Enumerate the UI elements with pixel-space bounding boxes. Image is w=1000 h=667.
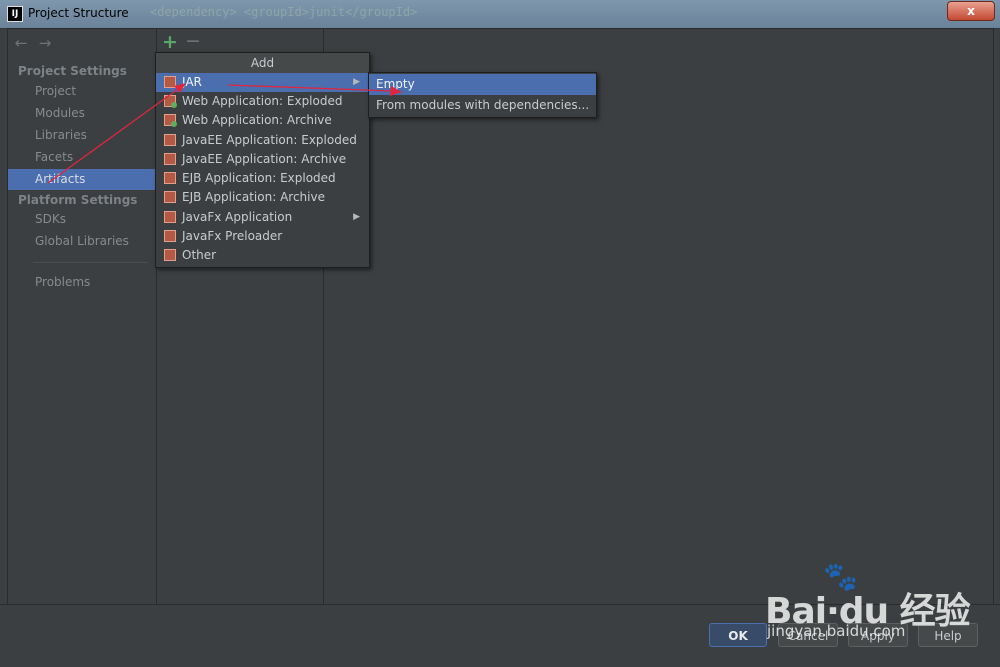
submenu-item-empty[interactable]: Empty bbox=[369, 74, 596, 95]
sidebar-item-artifacts[interactable]: Artifacts bbox=[8, 169, 156, 190]
menu-item-label: EJB Application: Exploded bbox=[182, 171, 336, 185]
menu-item-label: Other bbox=[182, 248, 217, 262]
web-icon bbox=[164, 95, 177, 108]
menu-item-ejb-exploded[interactable]: EJB Application: Exploded bbox=[156, 169, 369, 188]
window-title: Project Structure bbox=[28, 6, 129, 20]
jar-icon bbox=[164, 172, 176, 184]
sidebar-item-modules[interactable]: Modules bbox=[8, 103, 156, 124]
jar-icon bbox=[164, 249, 176, 261]
sidebar-item-project[interactable]: Project bbox=[8, 81, 156, 102]
menu-item-web-exploded[interactable]: Web Application: Exploded bbox=[156, 92, 369, 111]
jar-icon bbox=[164, 134, 176, 146]
ok-button[interactable]: OK bbox=[709, 623, 767, 647]
menu-item-javaee-archive[interactable]: JavaEE Application: Archive bbox=[156, 150, 369, 169]
menu-item-jar[interactable]: JAR ▶ bbox=[156, 73, 369, 92]
menu-item-label: Web Application: Exploded bbox=[182, 94, 343, 108]
forward-arrow-icon[interactable]: → bbox=[37, 35, 53, 51]
close-button[interactable]: x bbox=[947, 1, 995, 21]
web-icon bbox=[164, 114, 177, 127]
sidebar-item-facets[interactable]: Facets bbox=[8, 147, 156, 168]
title-bar: IJ Project Structure <dependency> <group… bbox=[0, 0, 1000, 29]
intellij-icon: IJ bbox=[7, 6, 23, 22]
menu-item-label: EJB Application: Archive bbox=[182, 190, 325, 204]
menu-item-label: JavaEE Application: Archive bbox=[182, 152, 347, 166]
menu-item-other[interactable]: Other bbox=[156, 246, 369, 265]
menu-item-label: JAR bbox=[182, 75, 202, 89]
jar-icon bbox=[164, 211, 176, 223]
menu-item-label: Web Application: Archive bbox=[182, 113, 332, 127]
background-editor-text: <dependency> <groupId>junit</groupId> bbox=[150, 5, 418, 19]
project-settings-header: Project Settings bbox=[18, 64, 127, 78]
jar-icon bbox=[164, 230, 176, 242]
platform-settings-header: Platform Settings bbox=[18, 193, 138, 207]
add-artifact-menu: Add JAR ▶ Web Application: Exploded Web … bbox=[155, 52, 370, 268]
add-icon[interactable]: + bbox=[162, 31, 178, 53]
menu-item-javaee-exploded[interactable]: JavaEE Application: Exploded bbox=[156, 131, 369, 150]
add-menu-header: Add bbox=[156, 53, 369, 74]
remove-icon[interactable]: − bbox=[185, 30, 201, 52]
settings-sidebar: ← → Project Settings Project Modules Lib… bbox=[8, 29, 157, 604]
back-arrow-icon[interactable]: ← bbox=[13, 35, 29, 51]
sidebar-item-global-libraries[interactable]: Global Libraries bbox=[8, 231, 156, 252]
menu-item-label: JavaFx Preloader bbox=[182, 229, 283, 243]
menu-item-label: JavaFx Application bbox=[182, 210, 293, 224]
watermark-url: jingyan.baidu.com bbox=[767, 622, 906, 640]
jar-icon bbox=[164, 191, 176, 203]
sidebar-item-sdks[interactable]: SDKs bbox=[8, 209, 156, 230]
menu-item-javafx-preloader[interactable]: JavaFx Preloader bbox=[156, 227, 369, 246]
menu-item-web-archive[interactable]: Web Application: Archive bbox=[156, 111, 369, 130]
submenu-item-from-modules[interactable]: From modules with dependencies... bbox=[369, 95, 596, 116]
sidebar-item-problems[interactable]: Problems bbox=[8, 272, 156, 293]
baidu-watermark: 🐾 Bai·du 经验 jingyan.baidu.com bbox=[765, 560, 971, 650]
submenu-arrow-icon: ▶ bbox=[353, 77, 360, 87]
jar-icon bbox=[164, 153, 176, 165]
menu-item-javafx-application[interactable]: JavaFx Application ▶ bbox=[156, 208, 369, 227]
menu-item-label: JavaEE Application: Exploded bbox=[182, 133, 357, 147]
sidebar-item-libraries[interactable]: Libraries bbox=[8, 125, 156, 146]
submenu-arrow-icon: ▶ bbox=[353, 212, 360, 222]
jar-submenu: Empty From modules with dependencies... bbox=[368, 72, 597, 118]
sidebar-divider bbox=[33, 262, 148, 263]
project-structure-dialog: IJ Project Structure <dependency> <group… bbox=[0, 0, 1000, 667]
menu-item-ejb-archive[interactable]: EJB Application: Archive bbox=[156, 188, 369, 207]
jar-icon bbox=[164, 76, 176, 88]
